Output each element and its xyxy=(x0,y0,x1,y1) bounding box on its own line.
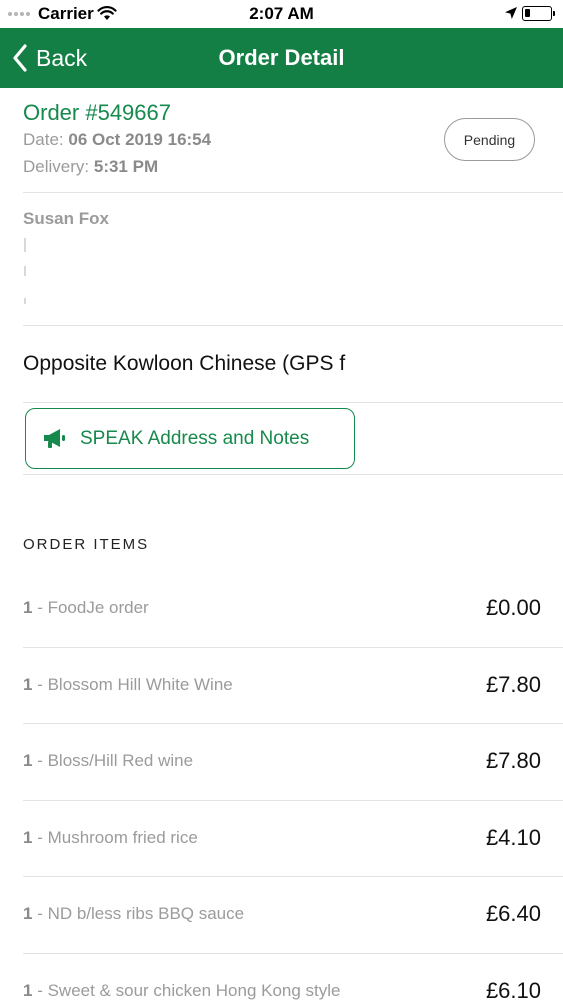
item-name: Mushroom fried rice xyxy=(47,827,198,847)
item-price: £4.10 xyxy=(485,824,541,850)
divider xyxy=(23,402,563,403)
item-separator: - xyxy=(32,827,48,847)
list-item[interactable]: 1 - FoodJe order £0.00 xyxy=(23,571,563,648)
list-item[interactable]: 1 - Blossom Hill White Wine £7.80 xyxy=(23,648,563,724)
item-price: £0.00 xyxy=(485,595,541,620)
item-description: 1 - FoodJe order xyxy=(23,598,149,618)
item-name: Blossom Hill White Wine xyxy=(47,674,233,694)
item-description: 1 - Blossom Hill White Wine xyxy=(23,675,233,695)
item-separator: - xyxy=(32,598,48,617)
customer-name: Susan Fox xyxy=(23,209,109,228)
item-name: Bloss/Hill Red wine xyxy=(47,751,194,770)
navigation-bar: Back Order Detail xyxy=(0,28,563,88)
item-name: Sweet & sour chicken Hong Kong style xyxy=(47,980,341,1000)
item-price: £7.80 xyxy=(485,748,541,773)
item-separator: - xyxy=(32,980,48,1000)
order-items-list: 1 - FoodJe order £0.00 1 - Blossom Hill … xyxy=(0,571,563,1000)
address-placeholder-line xyxy=(24,298,26,304)
item-price: £6.40 xyxy=(485,901,541,926)
item-separator: - xyxy=(32,674,48,694)
item-description: 1 - Mushroom fried rice xyxy=(23,828,198,848)
list-item[interactable]: 1 - Bloss/Hill Red wine £7.80 xyxy=(23,724,563,801)
item-price: £6.10 xyxy=(485,977,541,1000)
location-arrow-icon xyxy=(505,7,517,19)
address-placeholder-line xyxy=(24,238,26,252)
divider xyxy=(23,474,563,475)
order-number: Order #549667 xyxy=(23,100,171,125)
address-placeholder-line xyxy=(24,266,26,276)
delivery-value: 5:31 PM xyxy=(93,157,159,176)
item-description: 1 - ND b/less ribs BBQ sauce xyxy=(23,904,244,924)
list-item[interactable]: 1 - Mushroom fried rice £4.10 xyxy=(23,801,563,877)
item-description: 1 - Bloss/Hill Red wine xyxy=(23,751,193,771)
order-items-heading: ORDER ITEMS xyxy=(23,536,150,553)
battery-icon xyxy=(522,6,555,21)
item-description: 1 - Sweet & sour chicken Hong Kong style xyxy=(23,981,341,1000)
order-date: Date: 06 Oct 2019 16:54 xyxy=(23,130,211,150)
page-title: Order Detail xyxy=(218,45,345,70)
item-separator: - xyxy=(32,904,48,923)
speak-address-button[interactable]: SPEAK Address and Notes xyxy=(25,408,355,469)
clock-time: 2:07 AM xyxy=(249,4,314,23)
date-value: 06 Oct 2019 16:54 xyxy=(68,130,212,149)
list-item[interactable]: 1 - ND b/less ribs BBQ sauce £6.40 xyxy=(23,877,563,954)
divider xyxy=(23,192,563,193)
item-separator: - xyxy=(32,751,48,770)
delivery-label: Delivery: xyxy=(23,157,90,176)
item-name: FoodJe order xyxy=(47,598,149,617)
delivery-address: Opposite Kowloon Chinese (GPS f xyxy=(23,352,346,375)
divider xyxy=(23,325,563,326)
item-price: £7.80 xyxy=(485,671,541,697)
item-name: ND b/less ribs BBQ sauce xyxy=(47,904,245,923)
date-label: Date: xyxy=(23,130,64,149)
order-delivery: Delivery: 5:31 PM xyxy=(23,157,158,177)
status-bar: Carrier 2:07 AM xyxy=(0,0,563,28)
status-button[interactable]: Pending xyxy=(444,118,535,161)
speak-button-label: SPEAK Address and Notes xyxy=(80,427,310,449)
list-item[interactable]: 1 - Sweet & sour chicken Hong Kong style… xyxy=(23,954,563,1000)
megaphone-icon xyxy=(44,428,65,448)
